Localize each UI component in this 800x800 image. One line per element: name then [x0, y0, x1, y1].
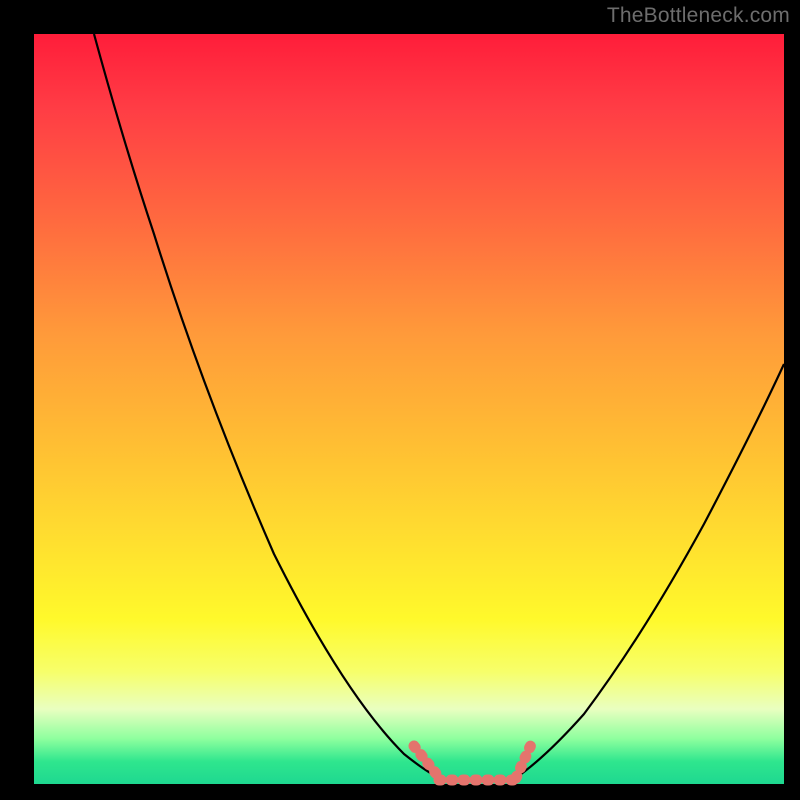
watermark-text: TheBottleneck.com — [607, 4, 790, 28]
chart-svg — [34, 34, 784, 784]
plot-area — [34, 34, 784, 784]
curve-right — [514, 364, 784, 779]
curve-left — [94, 34, 442, 779]
chart-frame: TheBottleneck.com — [0, 0, 800, 800]
